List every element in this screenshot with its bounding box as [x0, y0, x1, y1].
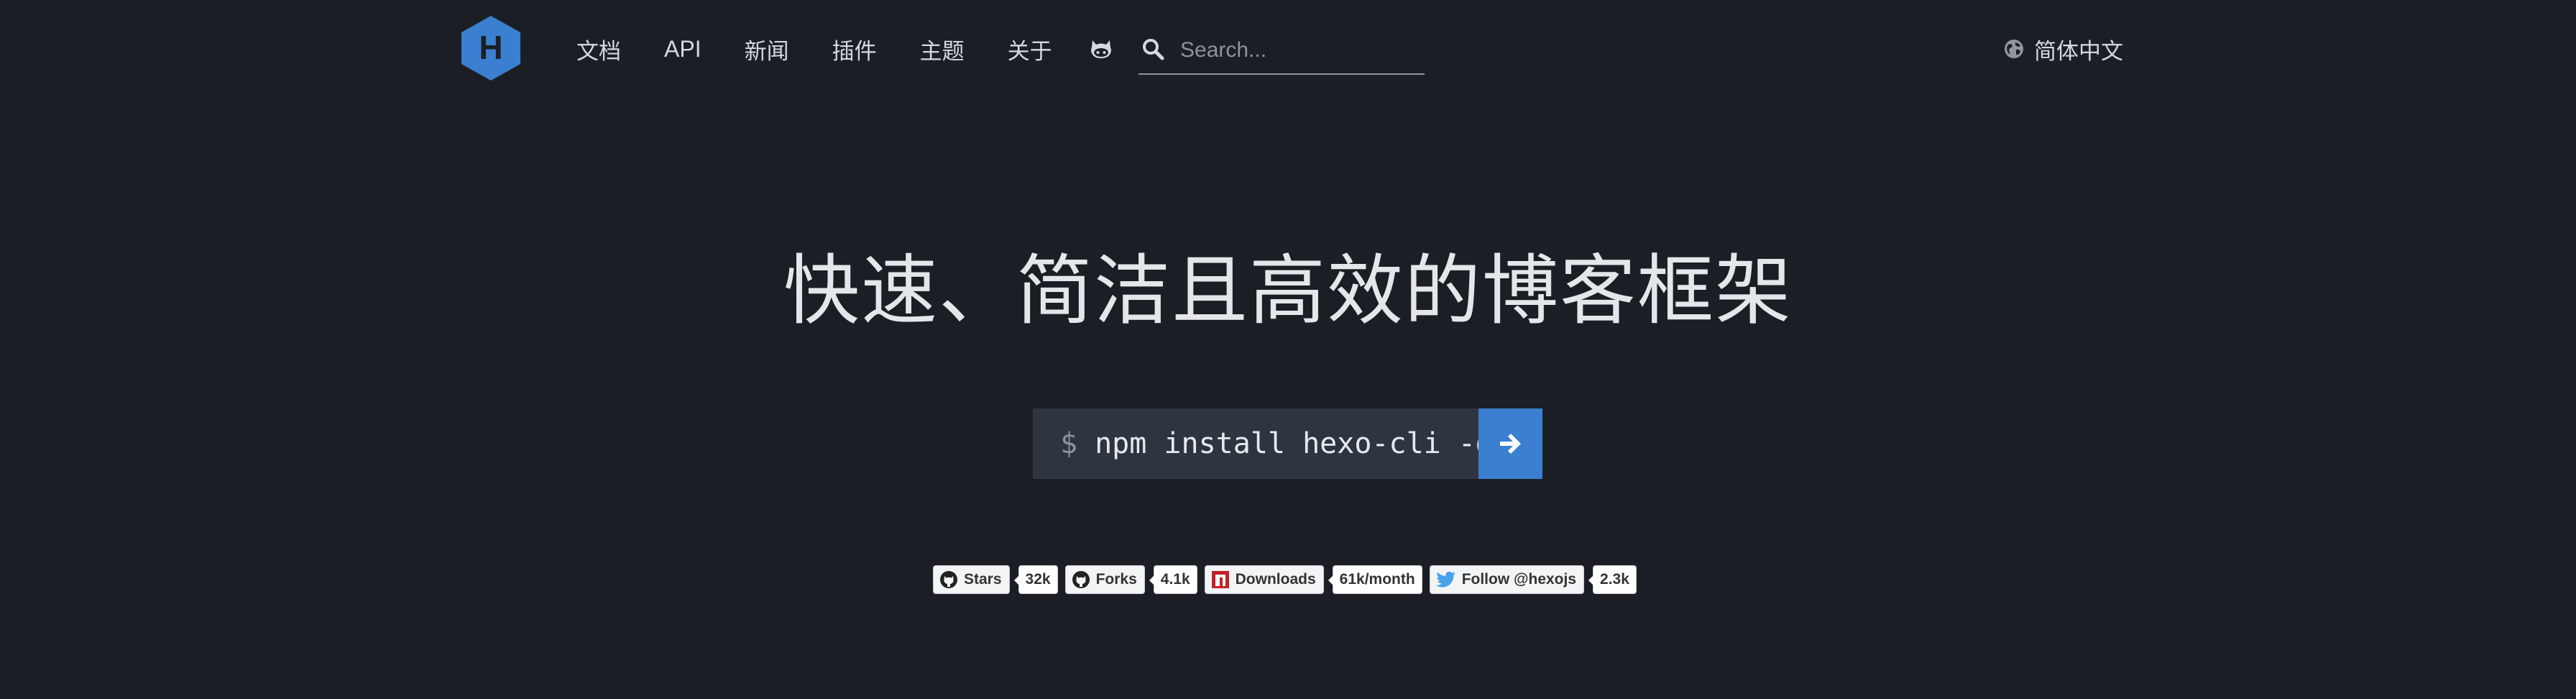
main-nav: 文档 API 新闻 插件 主题 关于 — [576, 29, 1095, 69]
nav-themes[interactable]: 主题 — [920, 33, 965, 65]
hexo-logo[interactable]: H — [460, 14, 522, 82]
language-label: 简体中文 — [2034, 38, 2123, 65]
stars-count[interactable]: 32k — [1013, 565, 1058, 594]
shell-prompt: $ — [1060, 427, 1078, 460]
github-icon — [940, 571, 957, 588]
github-octocat-icon — [1091, 40, 1111, 58]
nav-news[interactable]: 新闻 — [745, 33, 789, 65]
twitter-label: Follow @hexojs — [1461, 571, 1577, 588]
hexagon-logo-icon: H — [461, 16, 520, 81]
install-command-box: $ npm install hexo-cli -g — [1033, 408, 1542, 479]
nav-docs[interactable]: 文档 — [576, 33, 621, 65]
arrow-right-icon — [1499, 434, 1521, 454]
get-started-button[interactable] — [1478, 408, 1542, 479]
install-code[interactable]: $ npm install hexo-cli -g — [1033, 408, 1493, 479]
nav-api[interactable]: API — [664, 36, 702, 63]
twitter-icon — [1435, 571, 1455, 588]
downloads-label: Downloads — [1235, 571, 1316, 588]
badge-downloads: Downloads 61k/month — [1204, 565, 1422, 594]
github-icon — [1072, 571, 1090, 588]
twitter-count[interactable]: 2.3k — [1588, 565, 1637, 594]
github-link[interactable] — [1089, 37, 1113, 62]
stars-button[interactable]: Stars — [933, 565, 1010, 594]
page: H 文档 API 新闻 插件 主题 关于 简 — [0, 0, 2576, 699]
language-selector[interactable]: 简体中文 — [2004, 32, 2123, 66]
forks-label: Forks — [1095, 571, 1137, 588]
badge-forks: Forks 4.1k — [1064, 565, 1197, 594]
social-badges: Stars 32k Forks 4.1k Downloads 61k/month… — [933, 565, 1644, 594]
badge-twitter: Follow @hexojs 2.3k — [1429, 565, 1637, 594]
downloads-count[interactable]: 61k/month — [1328, 565, 1422, 594]
search-input[interactable] — [1180, 36, 1417, 65]
twitter-follow-button[interactable]: Follow @hexojs — [1429, 565, 1585, 594]
downloads-button[interactable]: Downloads — [1204, 565, 1324, 594]
forks-button[interactable]: Forks — [1064, 565, 1145, 594]
search-icon — [1143, 39, 1164, 60]
npm-icon — [1211, 571, 1229, 588]
stars-label: Stars — [964, 571, 1002, 588]
globe-icon — [2005, 40, 2023, 58]
nav-plugins[interactable]: 插件 — [832, 33, 877, 65]
nav-about[interactable]: 关于 — [1008, 33, 1052, 65]
badge-stars: Stars 32k — [933, 565, 1058, 594]
install-command-text: npm install hexo-cli -g — [1095, 427, 1493, 460]
logo-letter: H — [479, 29, 502, 66]
search-box — [1138, 32, 1425, 75]
forks-count[interactable]: 4.1k — [1149, 565, 1197, 594]
hero-title: 快速、简洁且高效的博客框架 — [783, 247, 1793, 335]
